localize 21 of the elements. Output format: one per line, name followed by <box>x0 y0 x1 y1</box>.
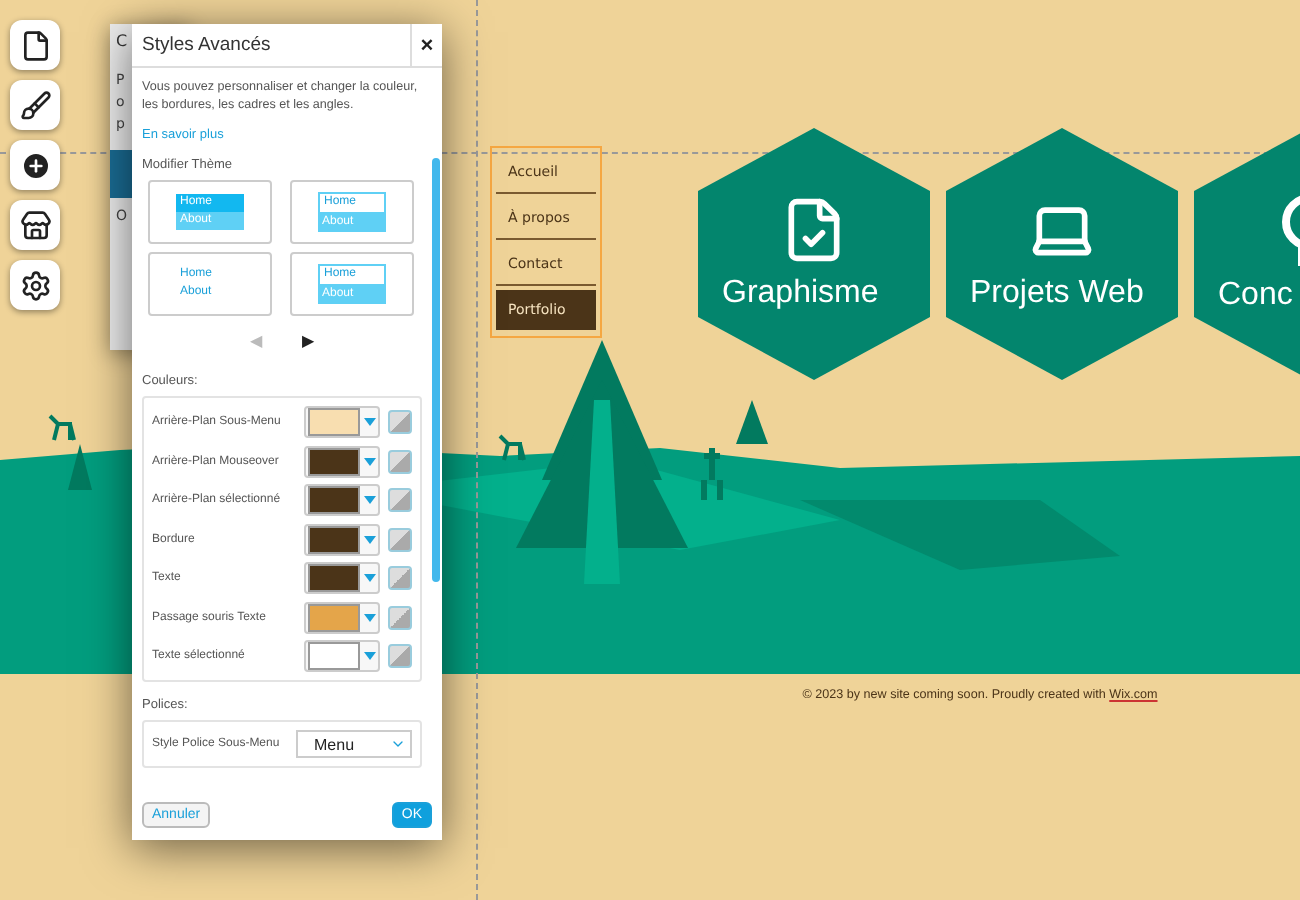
hexagon-tile[interactable]: Projets Web <box>946 128 1178 380</box>
color-picker[interactable] <box>304 601 380 633</box>
store-icon[interactable] <box>10 200 60 250</box>
color-picker[interactable] <box>304 445 380 477</box>
chevron-down-icon <box>390 736 406 752</box>
next-button[interactable]: ▶ <box>302 332 314 350</box>
color-picker[interactable] <box>304 406 380 438</box>
font-dropdown[interactable]: Menu <box>296 730 412 758</box>
settings-icon[interactable] <box>10 260 60 310</box>
dialog-title: Styles Avancés <box>140 34 273 56</box>
color-picker[interactable] <box>304 523 380 555</box>
brush-icon[interactable] <box>10 80 60 130</box>
add-icon[interactable] <box>10 140 60 190</box>
color-picker[interactable] <box>304 640 380 672</box>
page-icon[interactable] <box>10 20 60 70</box>
color-picker[interactable] <box>304 562 380 594</box>
color-picker[interactable] <box>304 484 380 516</box>
dialog-title: C <box>116 32 128 50</box>
hexagon-tile[interactable]: Conc <box>1194 128 1300 380</box>
close-button[interactable]: × <box>410 24 442 66</box>
hexagon-tile[interactable]: Graphisme <box>698 128 930 380</box>
